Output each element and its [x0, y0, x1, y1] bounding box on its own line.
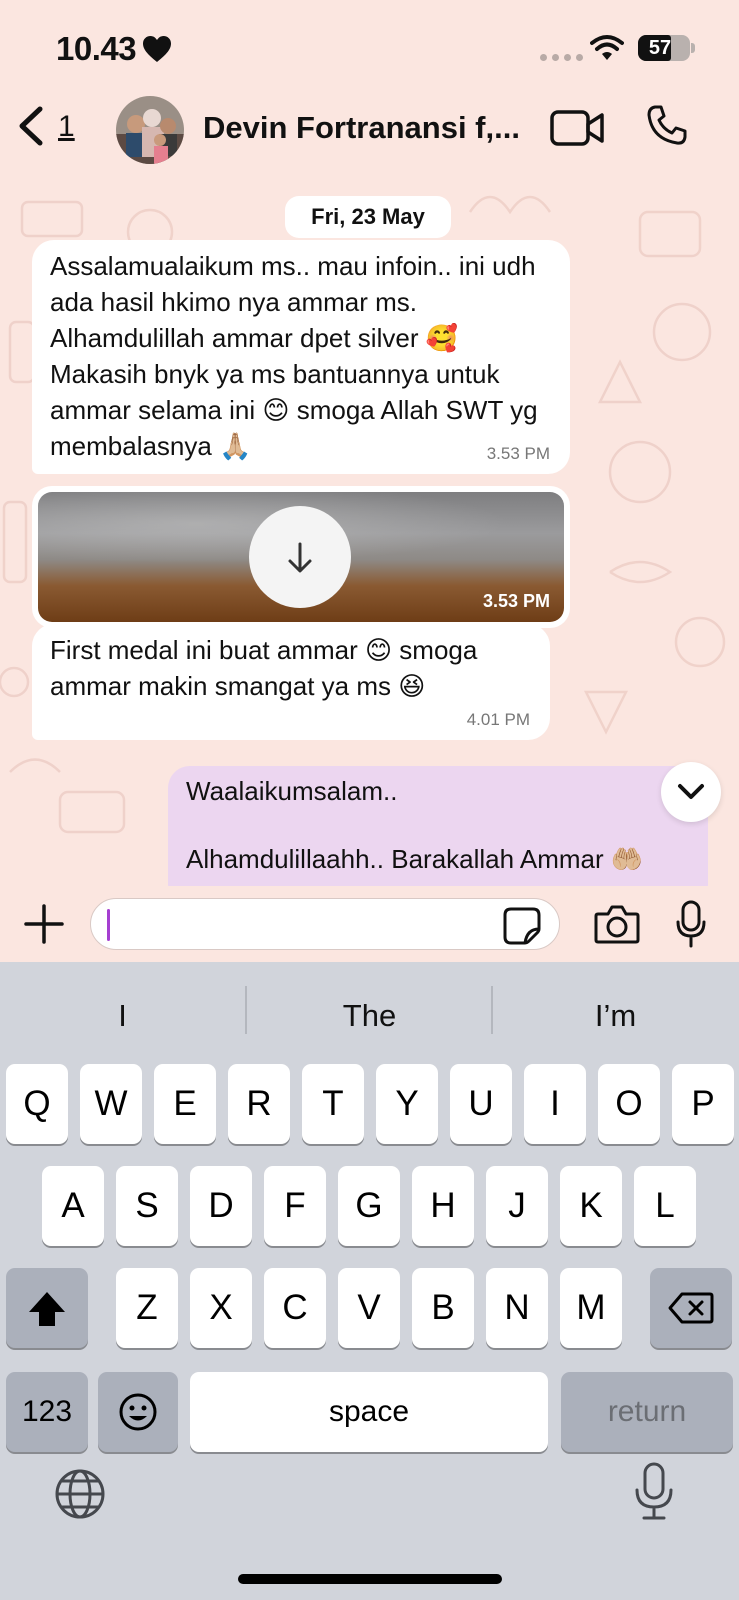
date-separator: Fri, 23 May [285, 196, 451, 238]
plus-icon[interactable] [24, 904, 64, 944]
message-time: 3.53 PM [486, 444, 550, 463]
key-a[interactable]: A [42, 1166, 104, 1246]
chat-title[interactable]: Devin Fortranansi f,... [203, 110, 533, 146]
phone-call-icon[interactable] [646, 104, 688, 146]
download-arrow-icon [288, 542, 312, 573]
battery-icon: 57 [638, 35, 695, 61]
scroll-to-bottom-button[interactable] [661, 762, 721, 822]
suggestion-1[interactable]: I [0, 986, 245, 1046]
blurred-image-preview[interactable]: 3.53 PM [38, 492, 564, 622]
sticker-icon[interactable] [503, 907, 541, 945]
key-o[interactable]: O [598, 1064, 660, 1144]
key-d[interactable]: D [190, 1166, 252, 1246]
key-p[interactable]: P [672, 1064, 734, 1144]
heart-icon [143, 36, 172, 62]
key-z[interactable]: Z [116, 1268, 178, 1348]
key-v[interactable]: V [338, 1268, 400, 1348]
key-y[interactable]: Y [376, 1064, 438, 1144]
camera-icon[interactable] [594, 904, 640, 944]
key-e[interactable]: E [154, 1064, 216, 1144]
delete-key[interactable] [650, 1268, 732, 1348]
message-text: Waalaikumsalam.. Alhamdulillaahh.. Barak… [186, 776, 644, 874]
signal-dots-icon [540, 54, 583, 61]
message-text: Assalamualaikum ms.. mau infoin.. ini ud… [50, 251, 545, 461]
shift-icon [29, 1292, 65, 1326]
incoming-image-message[interactable]: 3.53 PM [32, 486, 570, 628]
emoji-icon [119, 1393, 157, 1431]
clock: 10.43 [56, 30, 172, 68]
emoji-key[interactable] [98, 1372, 178, 1452]
space-key[interactable]: space [190, 1372, 548, 1452]
key-r[interactable]: R [228, 1064, 290, 1144]
microphone-icon[interactable] [676, 900, 706, 948]
chevron-down-icon [678, 784, 704, 799]
incoming-message-bubble[interactable]: First medal ini buat ammar 😊 smoga ammar… [32, 624, 550, 740]
video-call-icon[interactable] [550, 108, 604, 148]
key-w[interactable]: W [80, 1064, 142, 1144]
key-x[interactable]: X [190, 1268, 252, 1348]
battery-level: 57 [648, 37, 672, 59]
key-u[interactable]: U [450, 1064, 512, 1144]
download-button[interactable] [249, 506, 351, 608]
message-time: 3.53 PM [482, 591, 550, 611]
globe-icon[interactable] [54, 1468, 106, 1520]
message-text: First medal ini buat ammar 😊 smoga ammar… [50, 635, 485, 701]
dictation-mic-icon[interactable] [634, 1462, 674, 1520]
incoming-message-bubble[interactable]: Assalamualaikum ms.. mau infoin.. ini ud… [32, 240, 570, 474]
home-indicator[interactable] [238, 1574, 502, 1584]
status-bar: 10.43 57 [0, 0, 739, 96]
numbers-key[interactable]: 123 [6, 1372, 88, 1452]
key-i[interactable]: I [524, 1064, 586, 1144]
key-f[interactable]: F [264, 1166, 326, 1246]
suggestion-2[interactable]: The [247, 986, 492, 1046]
chat-header: 1 Devin Fortranansi f,... [0, 90, 739, 172]
back-chevron-icon[interactable] [16, 106, 46, 146]
keyboard: I The I’m Q W E R T Y U I O P A S D F G … [0, 962, 739, 1600]
key-g[interactable]: G [338, 1166, 400, 1246]
shift-key[interactable] [6, 1268, 88, 1348]
key-t[interactable]: T [302, 1064, 364, 1144]
message-time: 4.01 PM [466, 710, 530, 729]
chat-area[interactable]: Fri, 23 May Assalamualaikum ms.. mau inf… [0, 172, 739, 886]
backspace-icon [668, 1292, 714, 1324]
clock-time: 10.43 [56, 30, 137, 67]
key-l[interactable]: L [634, 1166, 696, 1246]
suggestion-3[interactable]: I’m [493, 986, 738, 1046]
key-m[interactable]: M [560, 1268, 622, 1348]
text-cursor [107, 909, 110, 941]
key-k[interactable]: K [560, 1166, 622, 1246]
message-composer [0, 886, 739, 962]
outgoing-message-bubble[interactable]: Waalaikumsalam.. Alhamdulillaahh.. Barak… [168, 766, 708, 886]
key-q[interactable]: Q [6, 1064, 68, 1144]
key-j[interactable]: J [486, 1166, 548, 1246]
return-key[interactable]: return [561, 1372, 733, 1452]
key-n[interactable]: N [486, 1268, 548, 1348]
key-s[interactable]: S [116, 1166, 178, 1246]
key-b[interactable]: B [412, 1268, 474, 1348]
key-c[interactable]: C [264, 1268, 326, 1348]
message-input[interactable] [90, 898, 560, 950]
key-h[interactable]: H [412, 1166, 474, 1246]
unread-count[interactable]: 1 [58, 110, 75, 144]
wifi-icon [590, 35, 624, 60]
avatar[interactable] [116, 96, 184, 164]
